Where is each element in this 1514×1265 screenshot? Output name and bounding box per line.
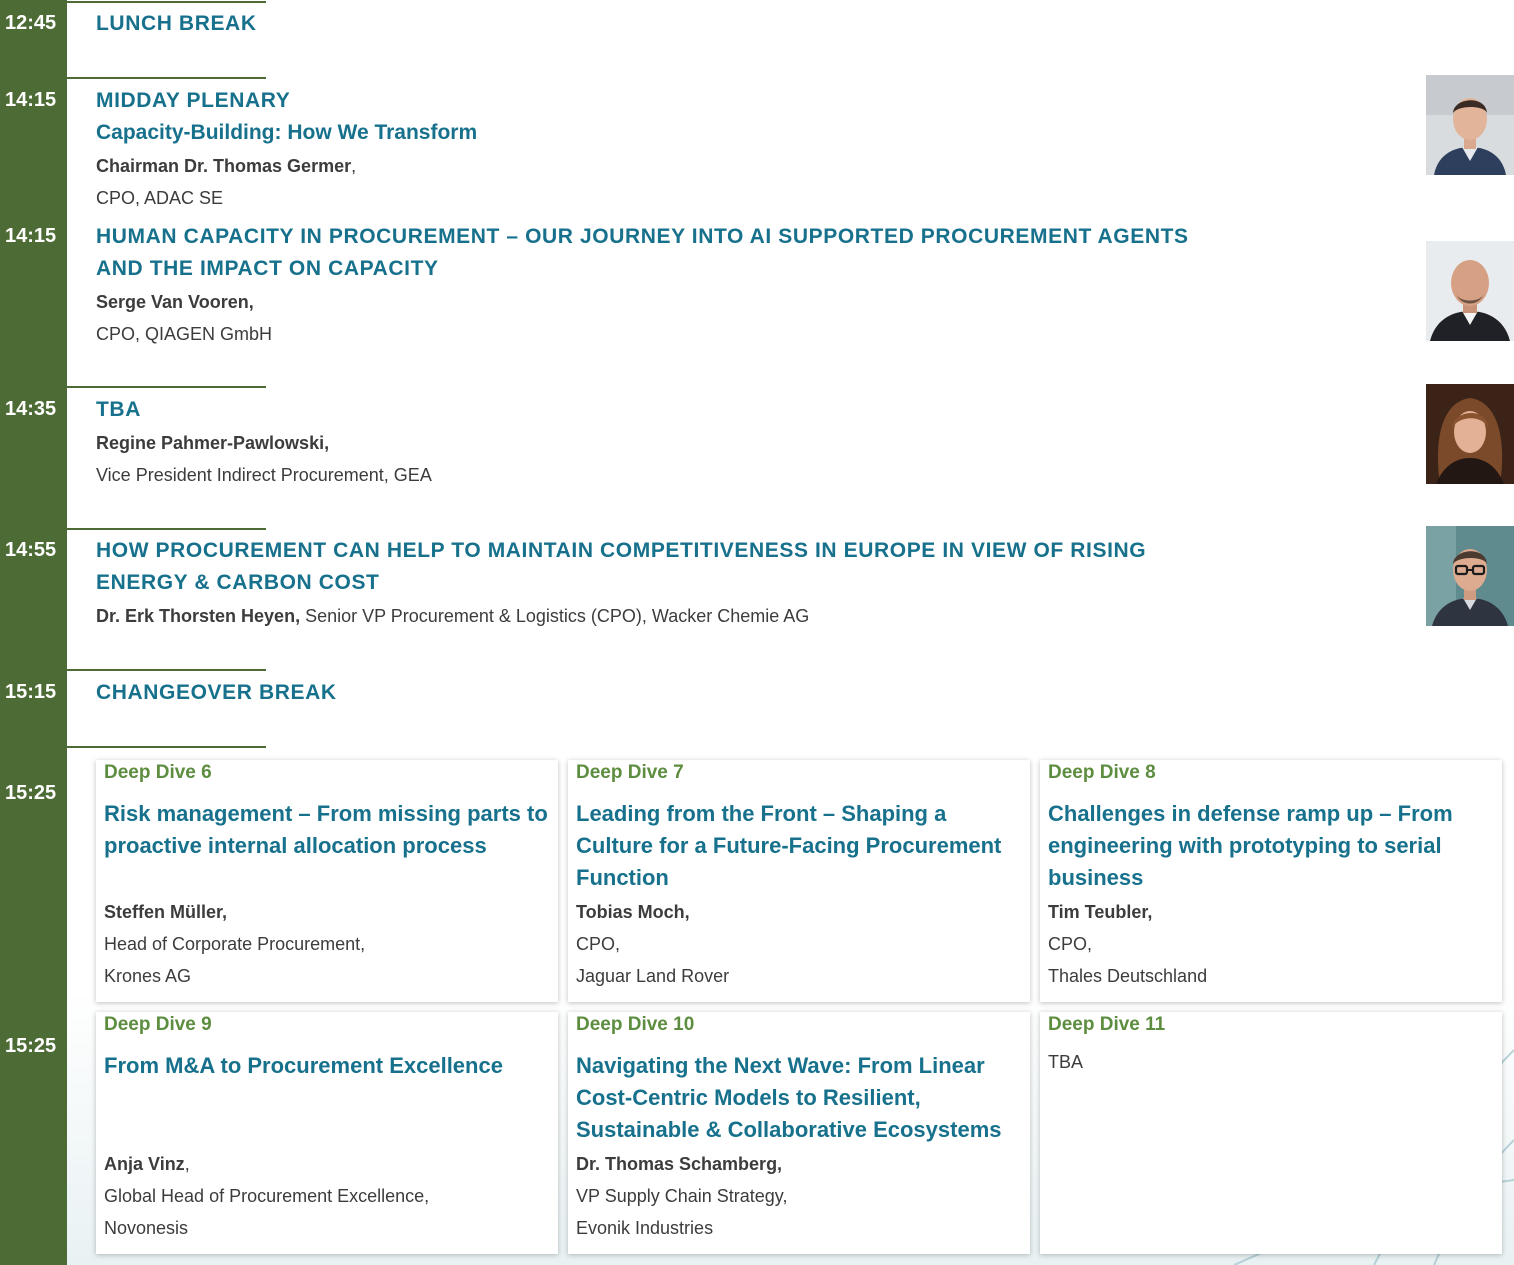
speaker-photo (1426, 241, 1514, 341)
session-subtitle: Capacity-Building: How We Transform (96, 121, 478, 144)
speaker-suffix: , (184, 1154, 190, 1174)
speaker-portrait-bald-man (1426, 241, 1514, 341)
speaker-name: Serge Van Vooren, (96, 292, 254, 312)
deep-dive-title: Challenges in defense ramp up – From eng… (1048, 801, 1453, 890)
separator (67, 77, 266, 79)
speaker-role: CPO, (576, 934, 621, 954)
speaker-role: CPO, ADAC SE (96, 188, 224, 208)
time-label: 15:15 (5, 681, 57, 703)
speaker-name: Dr. Erk Thorsten Heyen, (96, 606, 301, 626)
session-title: LUNCH BREAK (96, 12, 257, 35)
time-label: 12:45 (5, 12, 57, 34)
deep-dive-card: Deep Dive 9 From M&A to Procurement Exce… (96, 1012, 558, 1254)
separator (67, 669, 266, 671)
speaker-role: Global Head of Procurement Excellence, (104, 1186, 430, 1206)
deep-dive-card: Deep Dive 11 TBA (1040, 1012, 1502, 1254)
separator (67, 1, 266, 3)
session-title: HUMAN CAPACITY IN PROCUREMENT – OUR JOUR… (96, 225, 1189, 280)
speaker-line: Chairman Dr. Thomas Germer, (96, 150, 356, 182)
deep-dive-card: Deep Dive 10 Navigating the Next Wave: F… (568, 1012, 1030, 1254)
speaker-name: Tobias Moch, (576, 902, 690, 922)
deep-dive-label: Deep Dive 7 (576, 762, 684, 783)
time-label: 14:55 (5, 539, 57, 561)
deep-dive-card: Deep Dive 6 Risk management – From missi… (96, 760, 558, 1002)
deep-dive-card: Deep Dive 7 Leading from the Front – Sha… (568, 760, 1030, 1002)
speaker-photo (1426, 384, 1514, 484)
session-title: TBA (96, 398, 141, 421)
speaker-name: Dr. Thomas Schamberg, (576, 1154, 783, 1174)
deep-dive-speaker: Dr. Thomas Schamberg, VP Supply Chain St… (576, 1148, 787, 1244)
deep-dive-title: Leading from the Front – Shaping a Cultu… (576, 801, 1002, 890)
speaker-role: CPO, (1048, 934, 1093, 954)
speaker-suffix: , (351, 156, 357, 176)
time-column (0, 0, 67, 1265)
speaker-line: Anja Vinz, (104, 1148, 429, 1180)
separator (67, 746, 266, 748)
speaker-name: Tim Teubler, (1048, 902, 1153, 922)
speaker-photo (1426, 75, 1514, 175)
time-label: 14:15 (5, 225, 57, 247)
separator (67, 528, 266, 530)
speaker-line: Dr. Erk Thorsten Heyen, Senior VP Procur… (96, 600, 809, 632)
speaker-org: Novonesis (104, 1218, 189, 1238)
speaker-portrait-man-blue-shirt (1426, 75, 1514, 175)
speaker-org: Evonik Industries (576, 1218, 714, 1238)
speaker-portrait-man-glasses (1426, 526, 1514, 626)
separator (67, 386, 266, 388)
deep-dive-title: From M&A to Procurement Excellence (104, 1053, 503, 1078)
speaker-org: Krones AG (104, 966, 192, 986)
speaker-line: Serge Van Vooren, (96, 286, 254, 318)
speaker-role: Senior VP Procurement & Logistics (CPO),… (300, 606, 810, 626)
session-title: MIDDAY PLENARY (96, 89, 291, 112)
deep-dive-title: Risk management – From missing parts to … (104, 801, 548, 858)
time-label: 14:15 (5, 89, 57, 111)
deep-dive-card: Deep Dive 8 Challenges in defense ramp u… (1040, 760, 1502, 1002)
deep-dive-label: Deep Dive 8 (1048, 762, 1156, 783)
deep-dive-label: Deep Dive 9 (104, 1014, 212, 1035)
deep-dive-speaker: Tim Teubler, CPO, Thales Deutschland (1048, 896, 1207, 992)
speaker-portrait-woman (1426, 384, 1514, 484)
deep-dive-speaker: Steffen Müller, Head of Corporate Procur… (104, 896, 365, 992)
speaker-org: Thales Deutschland (1048, 966, 1208, 986)
time-label: 14:35 (5, 398, 57, 420)
deep-dive-speaker: Tobias Moch, CPO, Jaguar Land Rover (576, 896, 729, 992)
deep-dive-label: Deep Dive 10 (576, 1014, 695, 1035)
speaker-role: VP Supply Chain Strategy, (576, 1186, 788, 1206)
deep-dive-title: Navigating the Next Wave: From Linear Co… (576, 1053, 1002, 1142)
speaker-name: Dr. Thomas Germer (184, 156, 352, 176)
speaker-name: Regine Pahmer-Pawlowski, (96, 433, 330, 453)
speaker-role: CPO, QIAGEN GmbH (96, 324, 273, 344)
deep-dive-speaker: Anja Vinz, Global Head of Procurement Ex… (104, 1148, 429, 1244)
session-title: CHANGEOVER BREAK (96, 681, 337, 704)
speaker-line: Regine Pahmer-Pawlowski, (96, 427, 329, 459)
session-title: HOW PROCUREMENT CAN HELP TO MAINTAIN COM… (96, 539, 1147, 594)
deep-dive-label: Deep Dive 11 (1048, 1014, 1166, 1035)
speaker-name: Steffen Müller, (104, 902, 228, 922)
speaker-org: Jaguar Land Rover (576, 966, 730, 986)
time-label: 15:25 (5, 1035, 57, 1057)
speaker-name: Anja Vinz (104, 1154, 185, 1174)
speaker-photo (1426, 526, 1514, 626)
time-label: 15:25 (5, 782, 57, 804)
speaker-prefix: Chairman (96, 156, 185, 176)
speaker-role: Vice President Indirect Procurement, GEA (96, 465, 432, 485)
speaker-role: Head of Corporate Procurement, (104, 934, 366, 954)
deep-dive-label: Deep Dive 6 (104, 762, 212, 783)
deep-dive-body: TBA (1048, 1052, 1084, 1072)
